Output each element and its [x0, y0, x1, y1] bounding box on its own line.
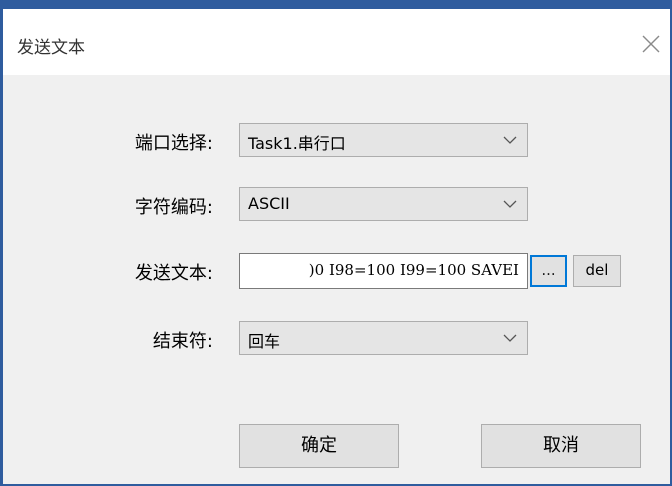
title-bar: 发送文本 — [3, 9, 670, 75]
ok-button[interactable]: 确定 — [239, 424, 399, 468]
browse-button[interactable]: ... — [530, 255, 567, 287]
window-title: 发送文本 — [17, 38, 85, 58]
encoding-label: 字符编码: — [134, 197, 213, 218]
cancel-button[interactable]: 取消 — [481, 424, 641, 468]
port-select-value: Task1.串行口 — [248, 134, 346, 153]
terminator-label: 结束符: — [152, 331, 213, 352]
chevron-down-icon — [503, 200, 517, 208]
port-label: 端口选择: — [134, 133, 213, 154]
port-select[interactable]: Task1.串行口 — [239, 123, 528, 157]
terminator-select[interactable]: 回车 — [239, 321, 528, 355]
send-text-label: 发送文本: — [134, 263, 213, 284]
close-button[interactable] — [638, 31, 664, 57]
send-text-input[interactable]: )0 I98=100 I99=100 SAVEI — [239, 253, 528, 289]
send-text-value: )0 I98=100 I99=100 SAVEI — [308, 261, 519, 279]
send-text-dialog: 发送文本 端口选择: Task1.串行口 字符编码: ASCII 发送文本: )… — [0, 0, 672, 486]
chevron-down-icon — [503, 136, 517, 144]
close-icon — [642, 35, 660, 53]
chevron-down-icon — [503, 334, 517, 342]
encoding-select[interactable]: ASCII — [239, 187, 528, 221]
encoding-select-value: ASCII — [248, 194, 290, 213]
terminator-select-value: 回车 — [248, 332, 281, 351]
delete-button[interactable]: del — [573, 255, 621, 287]
